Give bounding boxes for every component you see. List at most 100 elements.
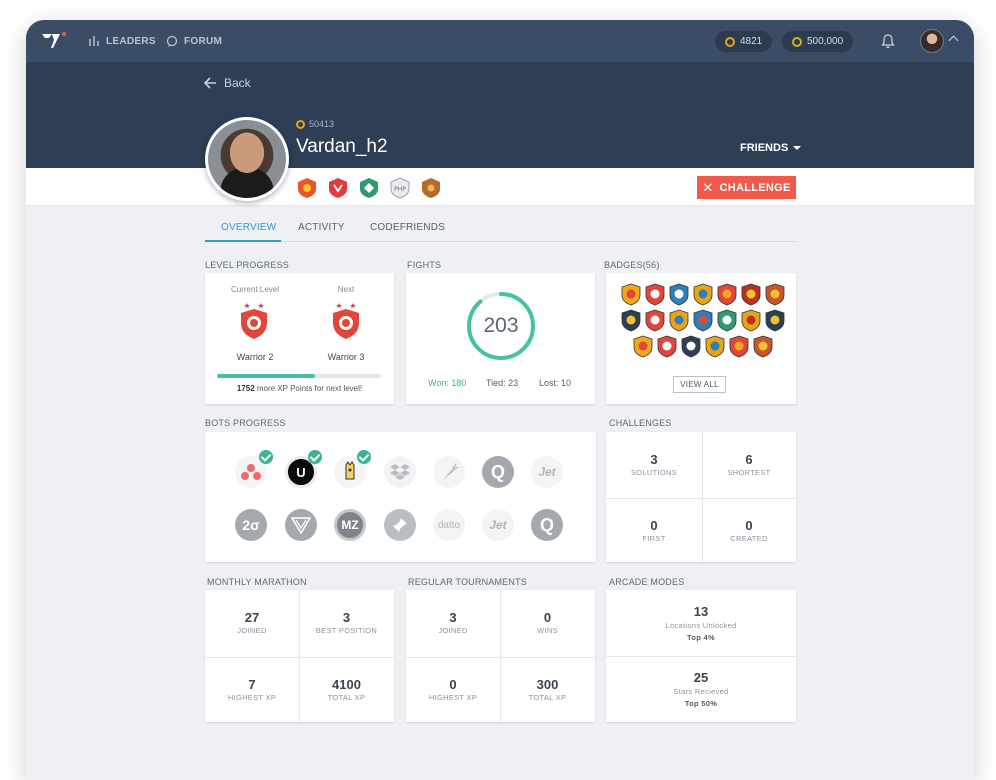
fights-lost: Lost: 10 — [539, 378, 572, 388]
badge-icon[interactable] — [717, 309, 737, 332]
close-x-icon: ✕ — [702, 180, 714, 195]
marathon-highest-value: 7 — [248, 677, 256, 692]
challenge-label: CHALLENGE — [719, 181, 791, 194]
divider — [606, 656, 796, 657]
badge-icon[interactable] — [705, 335, 725, 358]
user-avatar[interactable] — [920, 29, 944, 53]
app-window: LEADERS FORUM 4821 500,000 Back 50413 Va… — [26, 20, 974, 780]
bot-quora-2[interactable]: Q — [531, 509, 563, 541]
badge-icon[interactable] — [657, 335, 677, 358]
badge-icon[interactable] — [693, 309, 713, 332]
fights-tied: Tied: 23 — [486, 378, 519, 388]
bot-mz[interactable]: MZ — [334, 509, 366, 541]
gems-value: 500,000 — [807, 36, 844, 47]
fights-total: 203 — [483, 314, 519, 337]
username: Vardan_h2 — [296, 136, 388, 157]
badge-icon[interactable] — [717, 283, 737, 306]
badge-icon[interactable] — [621, 283, 641, 306]
warrior-badge-icon[interactable] — [327, 177, 349, 199]
badge-icon[interactable] — [765, 283, 785, 306]
badge-icon[interactable] — [765, 309, 785, 332]
divider — [406, 657, 595, 658]
bronze-badge-icon[interactable] — [420, 177, 442, 199]
badge-icon[interactable] — [729, 335, 749, 358]
next-level-title: Next — [337, 285, 355, 294]
codefights-logo[interactable] — [40, 31, 66, 51]
current-level-title: Current Level — [230, 285, 280, 294]
chat-bubble-icon — [166, 35, 178, 47]
bot-completed-check-icon — [357, 450, 371, 464]
friends-dropdown[interactable]: FRIENDS — [740, 142, 802, 154]
locations-top-value: Top 4% — [687, 633, 715, 642]
back-label: Back — [224, 76, 251, 90]
marathon-total-value: 4100 — [332, 677, 361, 692]
shortest-label: SHORTEST — [727, 468, 771, 477]
badge-icon[interactable] — [681, 335, 701, 358]
nav-leaders-link[interactable]: LEADERS — [88, 20, 156, 62]
back-link[interactable]: Back — [204, 76, 251, 90]
bot-jet-2[interactable]: Jet — [482, 509, 514, 541]
stars-value: 25 — [693, 670, 709, 685]
marathon-best-label: BEST POSITION — [315, 626, 378, 635]
bot-dropbox[interactable] — [384, 456, 416, 488]
tab-codefriends[interactable]: CODEFRIENDS — [370, 222, 445, 233]
gems-pill[interactable]: 500,000 — [782, 31, 854, 52]
pin-icon — [393, 518, 407, 532]
tournaments-joined-label: JOINED — [438, 626, 468, 635]
badge-icon[interactable] — [669, 283, 689, 306]
guardian-badge-icon[interactable] — [358, 177, 380, 199]
bot-jet[interactable]: Jet — [531, 456, 563, 488]
challenge-button[interactable]: ✕ CHALLENGE — [697, 176, 796, 199]
badge-icon[interactable] — [753, 335, 773, 358]
badge-icon[interactable] — [741, 309, 761, 332]
fire-badge-icon[interactable] — [296, 177, 318, 199]
challenges-card: 3 SOLUTIONS 6 SHORTEST 0 FIRST 0 CREATED — [606, 432, 796, 562]
bot-quora[interactable]: Q — [482, 456, 514, 488]
chevron-up-icon[interactable] — [948, 35, 959, 46]
bot-completed-check-icon — [259, 450, 273, 464]
regular-tournaments-label: REGULAR TOURNAMENTS — [408, 577, 527, 587]
bot-codefights[interactable] — [285, 509, 317, 541]
notifications-bell-icon[interactable] — [880, 33, 896, 49]
stars-label: Stars Recieved — [673, 687, 729, 696]
arrow-left-icon — [204, 77, 216, 89]
tournaments-total-value: 300 — [536, 677, 559, 692]
badge-icon[interactable] — [669, 309, 689, 332]
svg-text:PHP: PHP — [394, 186, 406, 193]
nav-forum-link[interactable]: FORUM — [166, 20, 222, 62]
tab-activity[interactable]: ACTIVITY — [298, 222, 345, 233]
bot-datto[interactable]: datto — [433, 509, 465, 541]
tab-overview[interactable]: OVERVIEW — [221, 222, 276, 233]
asana-logo-icon — [241, 464, 261, 480]
badge-icon[interactable] — [645, 309, 665, 332]
caret-down-icon — [793, 146, 802, 150]
challenges-label: CHALLENGES — [609, 418, 672, 428]
next-level-name: Warrior 3 — [327, 352, 365, 362]
badge-icon[interactable] — [633, 335, 653, 358]
fights-card: 203 Won: 180 Tied: 23 Lost: 10 — [406, 273, 595, 404]
bot-pin[interactable] — [384, 509, 416, 541]
view-all-button[interactable]: VIEW ALL — [673, 376, 726, 393]
bot-instacart[interactable] — [433, 456, 465, 488]
carrot-icon — [443, 463, 459, 480]
badge-icon[interactable] — [645, 283, 665, 306]
marathon-joined-value: 27 — [244, 610, 260, 625]
bot-twosigma[interactable]: 2σ — [235, 509, 267, 541]
coins-pill[interactable]: 4821 — [715, 31, 773, 52]
xp-note: 1752 more XP Points for next level! — [205, 384, 394, 393]
profile-tabs: OVERVIEW ACTIVITY CODEFRIENDS — [205, 216, 797, 242]
active-tab-indicator — [205, 240, 281, 242]
bot-completed-check-icon — [308, 450, 322, 464]
coin-icon — [725, 36, 735, 47]
arcade-modes-card: 13 Locations Unlocked Top 4% 25 Stars Re… — [606, 590, 796, 722]
warrior-shield-icon — [241, 303, 267, 339]
badge-icon[interactable] — [621, 309, 641, 332]
shortest-value: 6 — [745, 452, 753, 467]
marathon-best-value: 3 — [342, 610, 351, 625]
first-value: 0 — [650, 518, 658, 533]
tournaments-total-label: TOTAL XP — [528, 693, 567, 702]
badge-icon[interactable] — [741, 283, 761, 306]
badge-icon[interactable] — [693, 283, 713, 306]
top-navbar: LEADERS FORUM 4821 500,000 — [26, 20, 974, 62]
php-badge-icon[interactable]: PHP — [389, 177, 411, 199]
